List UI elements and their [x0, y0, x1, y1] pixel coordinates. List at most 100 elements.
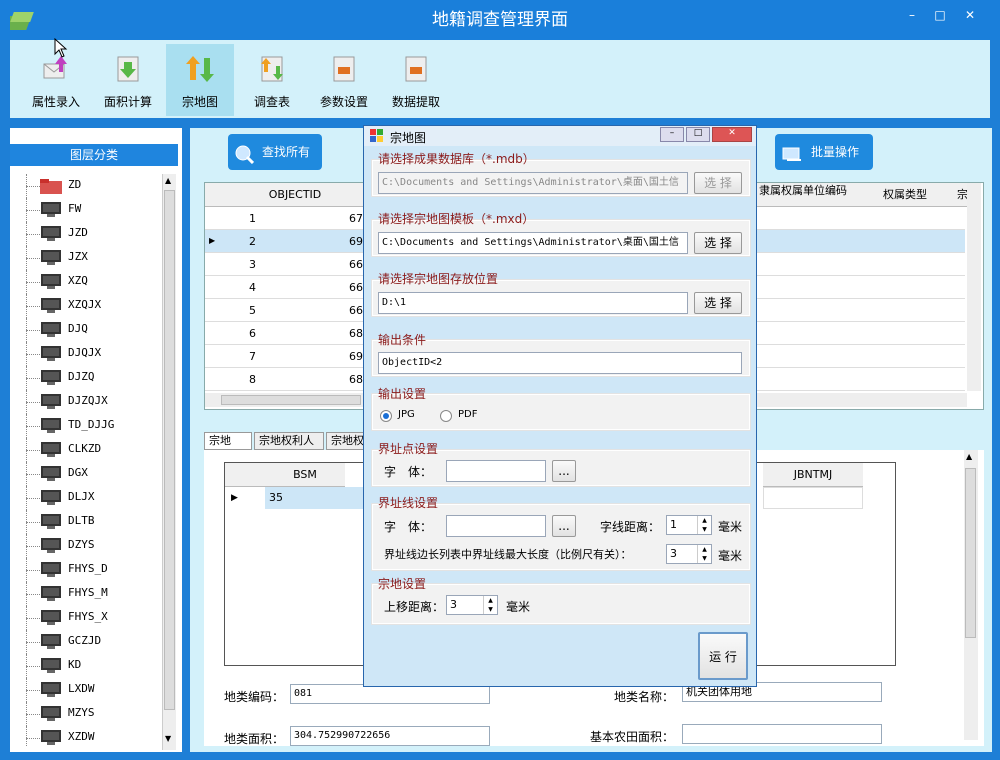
layer-item[interactable]: DGX	[16, 462, 162, 486]
scroll-thumb[interactable]	[164, 190, 175, 710]
font-distance-spinner[interactable]: 1 ▲ ▼	[666, 515, 712, 535]
spin-arrows-icon[interactable]: ▲ ▼	[697, 516, 711, 534]
landclass-code-field[interactable]: 081	[290, 684, 490, 704]
column-header[interactable]: OBJECTID	[245, 183, 345, 207]
cell-objectid[interactable]: 1	[249, 212, 256, 225]
spin-arrows-icon[interactable]: ▲ ▼	[697, 545, 711, 563]
layer-item[interactable]: DJQ	[16, 318, 162, 342]
output-condition-field[interactable]: ObjectID<2	[378, 352, 742, 374]
layer-item[interactable]: JZX	[16, 246, 162, 270]
layer-item[interactable]: JZD	[16, 222, 162, 246]
column-header[interactable]: 宗	[957, 183, 968, 207]
layer-item[interactable]: TD_DJJG	[16, 414, 162, 438]
layer-item[interactable]: FW	[16, 198, 162, 222]
point-font-field[interactable]	[446, 460, 546, 482]
database-select-button[interactable]: 选 择	[694, 172, 742, 194]
toolbar-area-calc-button[interactable]: 面积计算	[94, 44, 162, 116]
layer-item[interactable]: KD	[16, 654, 162, 678]
maximize-button[interactable]: □	[928, 6, 952, 24]
jpg-radio[interactable]	[380, 410, 392, 422]
layer-item[interactable]: CLKZD	[16, 438, 162, 462]
layer-item[interactable]: DLTB	[16, 510, 162, 534]
layer-item[interactable]: FHYS_M	[16, 582, 162, 606]
column-header[interactable]	[345, 183, 365, 207]
dialog-minimize-button[interactable]: –	[660, 127, 684, 142]
database-path-field[interactable]: C:\Documents and Settings\Administrator\…	[378, 172, 688, 194]
tab-parcel[interactable]: 宗地	[204, 432, 252, 450]
layer-name: FW	[68, 202, 82, 215]
layer-item[interactable]: XZQ	[16, 270, 162, 294]
minimize-button[interactable]: –	[900, 6, 924, 24]
toolbar-params-button[interactable]: 参数设置	[310, 44, 378, 116]
layer-item[interactable]: GCZJD	[16, 630, 162, 654]
layer-item[interactable]: DZYS	[16, 534, 162, 558]
grid-cell[interactable]	[763, 487, 863, 509]
dialog-close-button[interactable]: ✕	[712, 127, 752, 142]
output-format-title: 输出设置	[378, 387, 427, 401]
cell-objectid[interactable]: 6	[249, 327, 256, 340]
layer-scrollbar[interactable]: ▲ ▼	[162, 174, 176, 750]
cell-objectid[interactable]: 7	[249, 350, 256, 363]
layer-item[interactable]: MZYS	[16, 702, 162, 726]
layer-item[interactable]: XZQJX	[16, 294, 162, 318]
run-button[interactable]: 运 行	[698, 632, 748, 680]
batch-operation-button[interactable]: 批量操作	[775, 134, 873, 170]
layer-name: FHYS_X	[68, 610, 108, 623]
scroll-thumb[interactable]	[965, 468, 976, 638]
output-path-field[interactable]: D:\1	[378, 292, 688, 314]
landclass-area-field[interactable]: 304.752990722656	[290, 726, 490, 746]
toolbar-survey-table-button[interactable]: 调查表	[238, 44, 306, 116]
layer-item[interactable]: DJQJX	[16, 342, 162, 366]
template-select-button[interactable]: 选 择	[694, 232, 742, 254]
column-header[interactable]: 隶属权属单位编码	[753, 183, 853, 207]
folder-icon	[40, 178, 62, 194]
up-down-arrows-icon	[186, 56, 214, 82]
layer-item[interactable]: DJZQ	[16, 366, 162, 390]
detail-scrollbar[interactable]: ▲	[964, 450, 978, 740]
cell-objectid[interactable]: 5	[249, 304, 256, 317]
layer-item[interactable]: DLJX	[16, 486, 162, 510]
max-length-spinner[interactable]: 3 ▲ ▼	[666, 544, 712, 564]
scroll-up-icon[interactable]: ▲	[165, 176, 171, 185]
grid-cell[interactable]: 35	[265, 487, 365, 509]
template-path-field[interactable]: C:\Documents and Settings\Administrator\…	[378, 232, 688, 254]
scroll-down-icon[interactable]: ▼	[165, 734, 171, 743]
tab-parcel-owner[interactable]: 宗地权利人	[254, 432, 324, 450]
pdf-radio[interactable]	[440, 410, 452, 422]
grid-vscrollbar[interactable]	[967, 183, 981, 391]
grid-hscroll-thumb[interactable]	[221, 395, 361, 405]
spin-arrows-icon[interactable]: ▲ ▼	[483, 596, 497, 614]
close-button[interactable]: ✕	[958, 6, 982, 24]
dialog-maximize-button[interactable]: □	[686, 127, 710, 142]
toolbar-data-extract-button[interactable]: 数据提取	[382, 44, 450, 116]
layer-item[interactable]: DJZQJX	[16, 390, 162, 414]
tree-line	[26, 642, 40, 643]
layer-item[interactable]: LXDW	[16, 678, 162, 702]
column-header[interactable]: JBNTMJ	[763, 463, 863, 487]
farmland-area-field[interactable]	[682, 724, 882, 744]
output-select-button[interactable]: 选 择	[694, 292, 742, 314]
cell-objectid[interactable]: 4	[249, 281, 256, 294]
line-font-browse-button[interactable]: ...	[552, 515, 576, 537]
find-all-button[interactable]: 查找所有	[228, 134, 322, 170]
parcel-settings-title: 宗地设置	[378, 577, 427, 591]
layer-monitor-icon	[40, 322, 62, 338]
tree-line	[26, 546, 40, 547]
scroll-up-icon[interactable]: ▲	[966, 452, 972, 461]
layer-item[interactable]: XZDW	[16, 726, 162, 746]
tab-parcel-right[interactable]: 宗地权	[326, 432, 366, 450]
layer-item[interactable]: FHYS_X	[16, 606, 162, 630]
cell-objectid[interactable]: 3	[249, 258, 256, 271]
layer-item[interactable]: ZD	[16, 174, 162, 198]
toolbar-parcel-map-button[interactable]: 宗地图	[166, 44, 234, 116]
layer-monitor-icon	[40, 490, 62, 506]
shift-distance-spinner[interactable]: 3 ▲ ▼	[446, 595, 498, 615]
layer-monitor-icon	[40, 202, 62, 218]
layer-item[interactable]: FHYS_D	[16, 558, 162, 582]
column-header[interactable]: BSM	[265, 463, 345, 487]
cell-objectid[interactable]: 2	[249, 235, 256, 248]
line-font-field[interactable]	[446, 515, 546, 537]
cell-objectid[interactable]: 8	[249, 373, 256, 386]
point-font-browse-button[interactable]: ...	[552, 460, 576, 482]
column-header[interactable]: 权属类型	[853, 183, 957, 207]
